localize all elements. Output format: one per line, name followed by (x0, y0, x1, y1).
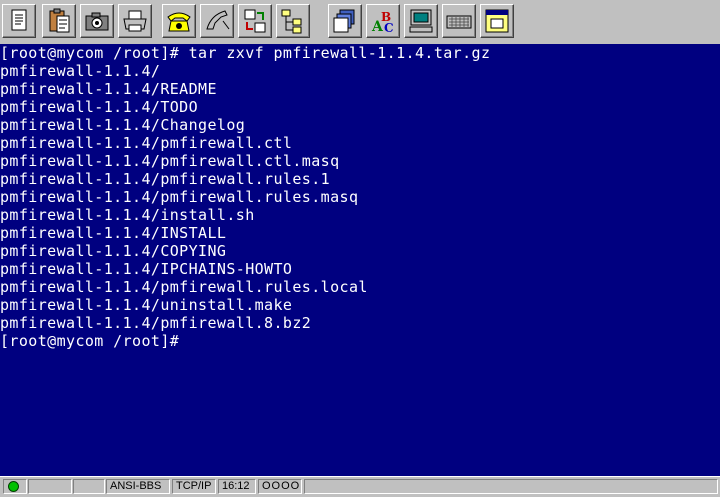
terminal-line: [root@mycom /root]# tar zxvf pmfirewall-… (0, 44, 491, 62)
keyboard-icon (446, 15, 472, 29)
stacked-files-icon (333, 9, 355, 33)
paste-button[interactable] (42, 4, 76, 38)
computer-monitor-icon (409, 9, 433, 33)
monitor-button[interactable] (404, 4, 438, 38)
settings-button[interactable] (480, 4, 514, 38)
file-tree-icon (281, 9, 302, 34)
spellcheck-button[interactable]: A B C (366, 4, 400, 38)
terminal-screen[interactable]: [root@mycom /root]# tar zxvf pmfirewall-… (0, 44, 720, 476)
terminal-line: pmfirewall-1.1.4/INSTALL (0, 224, 227, 242)
terminal-line: pmfirewall-1.1.4/ (0, 62, 161, 80)
camera-icon (85, 12, 109, 31)
terminal-line: pmfirewall-1.1.4/uninstall.make (0, 296, 293, 314)
terminal-line: pmfirewall-1.1.4/TODO (0, 98, 199, 116)
printer-icon (123, 10, 147, 32)
terminal-line: pmfirewall-1.1.4/COPYING (0, 242, 227, 260)
svg-text:C: C (384, 21, 394, 35)
hangup-icon (206, 10, 230, 30)
telephone-dial-icon (167, 12, 191, 32)
clipboard-paste-icon (49, 8, 70, 33)
terminal-line: pmfirewall-1.1.4/pmfirewall.ctl (0, 134, 293, 152)
toolbar: A B C (0, 0, 720, 45)
transfer-arrows-icon (244, 9, 266, 33)
terminal-line: pmfirewall-1.1.4/pmfirewall.rules.masq (0, 188, 359, 206)
statusbar: ANSI-BBS TCP/IP 16:12 OOOO (0, 476, 720, 497)
transfer-button[interactable] (238, 4, 272, 38)
status-leds: OOOO (258, 479, 302, 494)
capture-button[interactable] (80, 4, 114, 38)
terminal-line: pmfirewall-1.1.4/pmfirewall.ctl.masq (0, 152, 340, 170)
statusbar-empty-cell (28, 479, 72, 494)
terminal-line: pmfirewall-1.1.4/Changelog (0, 116, 246, 134)
print-button[interactable] (118, 4, 152, 38)
dial-button[interactable] (162, 4, 196, 38)
statusbar-message-area (304, 479, 718, 494)
terminal-line: pmfirewall-1.1.4/install.sh (0, 206, 255, 224)
spellcheck-abc-icon: A B C (371, 10, 394, 35)
terminal-line: pmfirewall-1.1.4/IPCHAINS-HOWTO (0, 260, 293, 278)
terminal-line: pmfirewall-1.1.4/pmfirewall.rules.local (0, 278, 368, 296)
settings-window-icon (485, 9, 509, 33)
new-document-icon (11, 9, 27, 31)
terminal-line: pmfirewall-1.1.4/pmfirewall.rules.1 (0, 170, 331, 188)
statusbar-empty-cell (73, 479, 105, 494)
terminal-type: ANSI-BBS (106, 479, 170, 494)
terminal-line: pmfirewall-1.1.4/pmfirewall.8.bz2 (0, 314, 312, 332)
stacked-files-button[interactable] (328, 4, 362, 38)
file-tree-button[interactable] (276, 4, 310, 38)
clock: 16:12 (218, 479, 256, 494)
connection-status-icon (8, 481, 19, 492)
protocol: TCP/IP (172, 479, 216, 494)
terminal-line: [root@mycom /root]# (0, 332, 180, 350)
terminal-line: pmfirewall-1.1.4/README (0, 80, 217, 98)
hangup-button[interactable] (200, 4, 234, 38)
new-document-button[interactable] (2, 4, 36, 38)
keyboard-button[interactable] (442, 4, 476, 38)
